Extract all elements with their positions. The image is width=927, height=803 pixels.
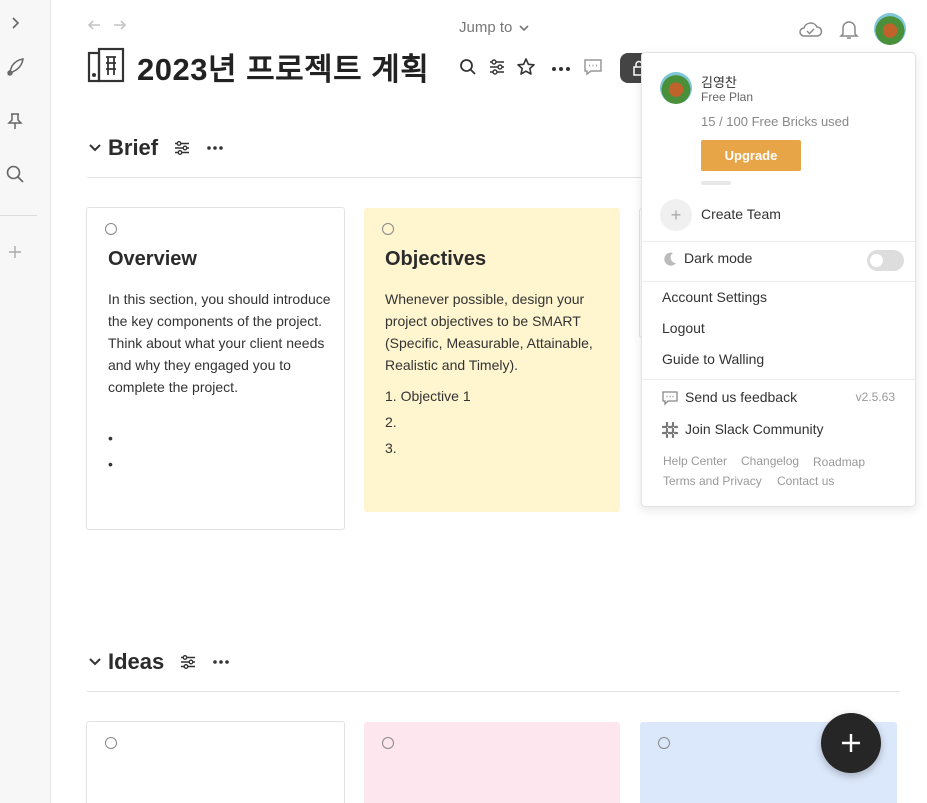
toggle-knob (870, 254, 883, 267)
card-idea[interactable] (364, 722, 620, 803)
section-divider (87, 691, 900, 692)
pin-icon[interactable] (3, 109, 27, 133)
card-body: Whenever possible, design your project o… (385, 291, 593, 373)
building-icon (87, 47, 125, 83)
page-header: 2023년 프로젝트 계획 (87, 44, 429, 88)
account-settings-item[interactable]: Account Settings (662, 289, 767, 305)
card-title: Overview (108, 248, 197, 270)
send-feedback-item[interactable]: Send us feedback (685, 389, 797, 405)
section-more-icon[interactable] (211, 652, 231, 672)
card-status-circle[interactable] (105, 737, 117, 749)
list-item: 2. (385, 414, 397, 430)
chevron-down-icon (519, 24, 529, 31)
moon-icon (664, 252, 676, 266)
back-arrow-icon[interactable] (86, 17, 104, 35)
create-team-plus-icon[interactable]: + (660, 199, 692, 231)
left-sidebar (0, 0, 51, 803)
bullet-item: • (108, 430, 113, 446)
section-header-brief: Brief (87, 135, 238, 161)
card-idea[interactable] (86, 721, 345, 803)
upgrade-button[interactable]: Upgrade (701, 140, 801, 171)
card-objectives[interactable]: Objectives Whenever possible, design you… (364, 208, 620, 512)
card-status-circle[interactable] (382, 223, 394, 235)
card-title: Objectives (385, 248, 487, 270)
menu-divider (642, 379, 915, 380)
bullet-item: • (108, 456, 113, 472)
version-label: v2.5.63 (855, 390, 895, 404)
list-item: 3. (385, 440, 397, 456)
bricks-usage: 15 / 100 Free Bricks used (701, 114, 850, 129)
user-menu-dropdown: 김영찬 Free Plan 15 / 100 Free Bricks used … (641, 52, 916, 507)
section-settings-icon[interactable] (178, 652, 198, 672)
section-title-brief: Brief (108, 135, 159, 160)
expand-sidebar-icon[interactable] (3, 11, 27, 35)
sidebar-divider (0, 215, 37, 216)
card-status-circle[interactable] (382, 737, 394, 749)
card-overview[interactable]: Overview In this section, you should int… (86, 207, 345, 530)
section-title-ideas: Ideas (108, 649, 165, 674)
dark-mode-toggle[interactable] (867, 250, 904, 271)
help-center-link[interactable]: Help Center (663, 454, 727, 468)
roadmap-link[interactable]: Roadmap (813, 455, 865, 469)
star-icon[interactable] (515, 56, 537, 78)
comments-icon[interactable] (582, 56, 604, 78)
user-avatar[interactable] (874, 13, 906, 45)
jump-to-label: Jump to (459, 19, 513, 36)
contact-link[interactable]: Contact us (777, 474, 834, 488)
search-page-icon[interactable] (457, 56, 479, 78)
cloud-sync-icon[interactable] (797, 16, 823, 42)
terms-privacy-link[interactable]: Terms and Privacy (663, 474, 762, 488)
changelog-link[interactable]: Changelog (741, 454, 799, 468)
dark-mode-label: Dark mode (684, 250, 753, 266)
plus-icon (842, 734, 860, 752)
add-icon[interactable] (3, 240, 27, 264)
user-plan: Free Plan (701, 90, 754, 104)
more-options-icon[interactable] (550, 56, 572, 78)
feedback-icon (662, 391, 678, 406)
slack-community-item[interactable]: Join Slack Community (685, 421, 824, 437)
bell-icon[interactable] (836, 16, 862, 42)
usage-bar (701, 181, 731, 185)
card-status-circle[interactable] (658, 737, 670, 749)
card-status-circle[interactable] (105, 223, 117, 235)
logout-item[interactable]: Logout (662, 320, 705, 336)
menu-divider (642, 241, 915, 242)
brush-icon[interactable] (3, 55, 27, 79)
section-settings-icon[interactable] (172, 138, 192, 158)
user-avatar (660, 72, 692, 104)
search-icon[interactable] (3, 162, 27, 186)
slack-icon (662, 422, 678, 438)
create-team-button[interactable]: Create Team (701, 206, 781, 222)
guide-item[interactable]: Guide to Walling (662, 351, 764, 367)
section-header-ideas: Ideas (87, 649, 244, 675)
jump-to-menu[interactable]: Jump to (459, 19, 530, 36)
forward-arrow-icon[interactable] (112, 17, 130, 35)
card-body: In this section, you should introduce th… (108, 291, 331, 395)
list-item: 1. Objective 1 (385, 388, 471, 404)
collapse-chevron-icon[interactable] (87, 654, 103, 670)
menu-divider (642, 281, 915, 282)
user-name: 김영찬 (701, 75, 737, 90)
page-title: 2023년 프로젝트 계획 (137, 51, 430, 87)
add-brick-button[interactable] (821, 713, 881, 773)
collapse-chevron-icon[interactable] (87, 140, 103, 156)
section-more-icon[interactable] (205, 138, 225, 158)
filter-settings-icon[interactable] (486, 56, 508, 78)
